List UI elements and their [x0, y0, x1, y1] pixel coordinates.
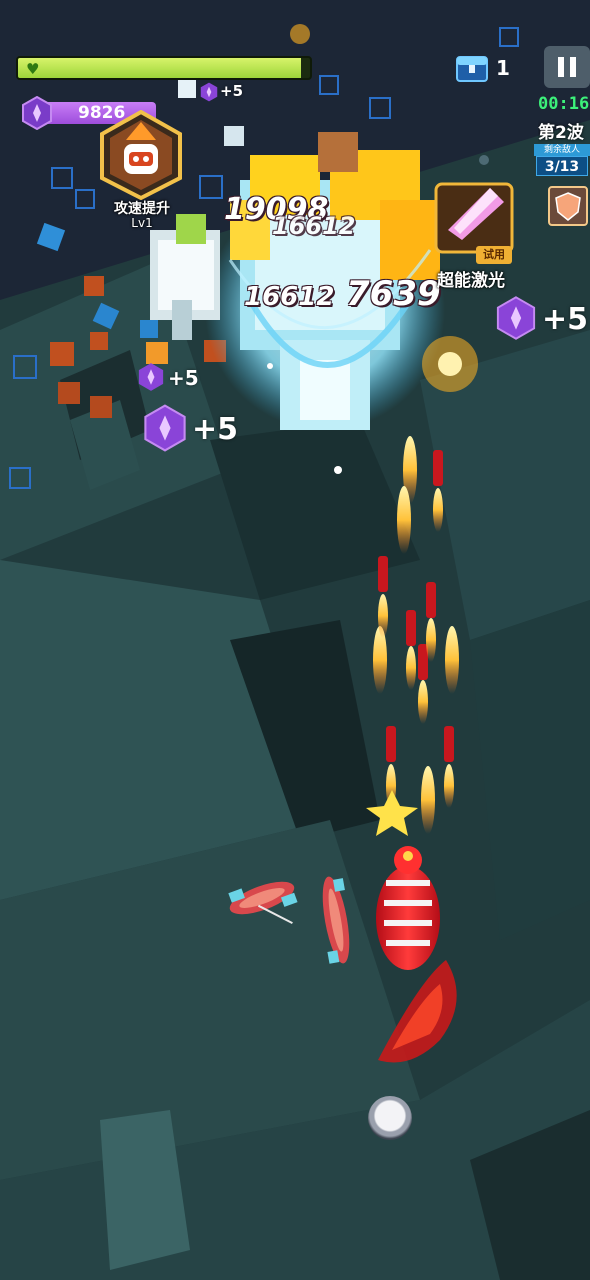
remaining-enemies-badge: 剩余敌人 3/13 — [534, 144, 590, 178]
laser-skill-label: 超能激光 — [437, 271, 505, 291]
gem-pickup-label: +5 — [168, 366, 199, 390]
remaining-enemies-title: 剩余敌人 — [534, 144, 590, 156]
buff-level: Lv1 — [131, 216, 153, 230]
gem-pickup-label: +5 — [220, 82, 244, 100]
shield-icon — [555, 192, 581, 221]
health-bar: ♥ — [16, 56, 312, 80]
purple-gem-icon — [22, 96, 52, 130]
shield-skill-button[interactable] — [548, 186, 588, 226]
damage-number: 16612 — [272, 212, 356, 240]
chest-count: 1 — [496, 56, 510, 80]
laser-skill-button[interactable]: 试用 超能激光 — [430, 180, 520, 291]
trial-badge: 试用 — [476, 246, 512, 264]
gem-pickup: +5 — [144, 404, 244, 456]
purple-gem-icon — [138, 363, 164, 391]
purple-gem-icon — [144, 404, 186, 452]
stage-timer: 00:16 — [538, 94, 590, 114]
purple-gem-icon — [200, 82, 218, 102]
treasure-chest-icon — [456, 56, 488, 82]
pause-button[interactable] — [544, 46, 590, 88]
buff-label: 攻速提升 — [114, 201, 170, 217]
virtual-joystick[interactable] — [368, 1096, 412, 1140]
wave-indicator: 第2波 — [538, 123, 584, 143]
robot-face-icon — [100, 109, 182, 201]
health-bar-fill — [18, 58, 302, 78]
purple-gem-icon — [496, 296, 536, 340]
attack-speed-buff: 攻速提升 Lv1 — [96, 109, 186, 230]
treasure-chest-counter[interactable]: 1 — [454, 50, 524, 86]
damage-number: 16612 — [244, 282, 335, 312]
gem-pickup: +5 — [200, 80, 246, 104]
laser-crystal-icon — [434, 182, 514, 254]
gem-pickup-label: +5 — [542, 302, 589, 337]
gem-pickup-label: +5 — [192, 412, 239, 447]
gem-pickup: +5 — [496, 296, 590, 344]
gem-pickup: +5 — [138, 362, 202, 394]
remaining-enemies-count: 3/13 — [536, 156, 588, 176]
heart-icon: ♥ — [26, 60, 40, 78]
